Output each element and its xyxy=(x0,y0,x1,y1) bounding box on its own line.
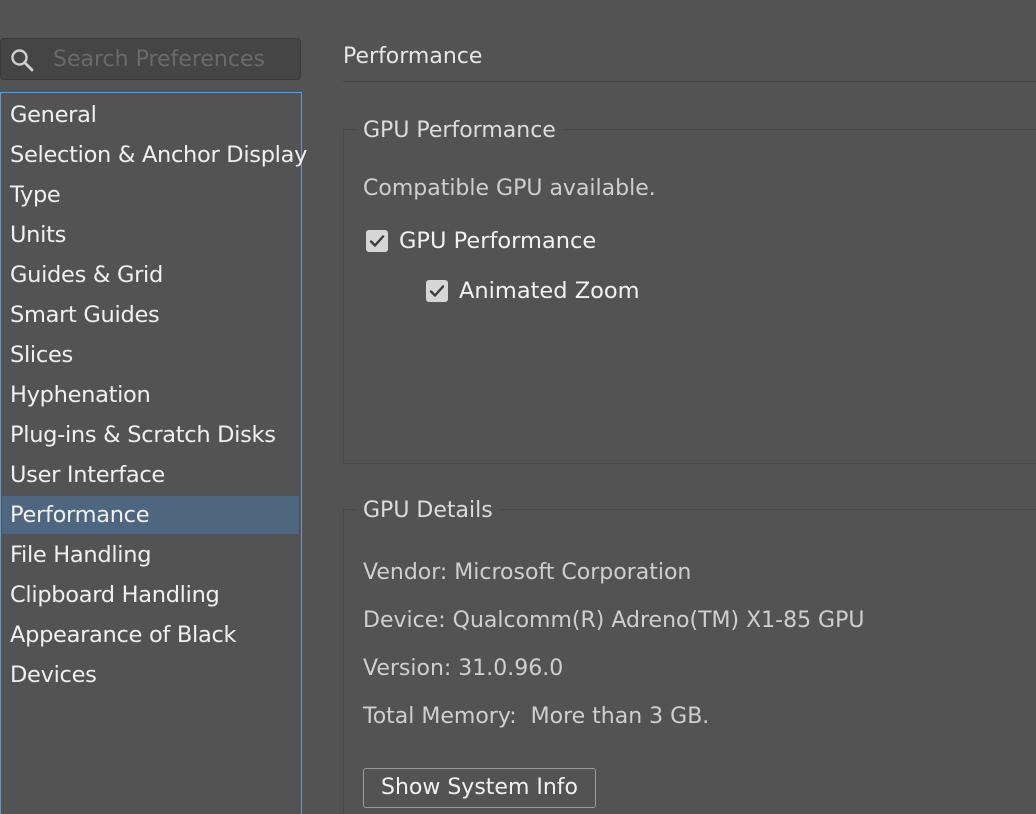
gpu-device-text: Device: Qualcomm(R) Adreno(TM) X1-85 GPU xyxy=(363,608,865,633)
animated-zoom-checkbox-row[interactable]: Animated Zoom xyxy=(426,276,646,306)
animated-zoom-checkbox[interactable] xyxy=(426,280,448,302)
gpu-details-group-label: GPU Details xyxy=(355,496,501,526)
category-item-type[interactable]: Type xyxy=(2,176,299,214)
category-list[interactable]: General Selection & Anchor Display Type … xyxy=(0,92,307,814)
category-item-slices[interactable]: Slices xyxy=(2,336,299,374)
category-item-general[interactable]: General xyxy=(2,96,299,134)
title-divider xyxy=(343,81,1036,82)
category-item-file-handling[interactable]: File Handling xyxy=(2,536,299,574)
category-item-guides-grid[interactable]: Guides & Grid xyxy=(2,256,299,294)
category-item-user-interface[interactable]: User Interface xyxy=(2,456,299,494)
gpu-vendor-text: Vendor: Microsoft Corporation xyxy=(363,560,692,585)
gpu-status-text: Compatible GPU available. xyxy=(363,176,656,201)
category-item-performance[interactable]: Performance xyxy=(2,496,299,534)
checkmark-icon xyxy=(429,285,445,297)
show-system-info-button[interactable]: Show System Info xyxy=(363,768,596,808)
search-box[interactable] xyxy=(0,38,301,80)
search-input[interactable] xyxy=(53,45,293,73)
gpu-performance-checkbox-label[interactable]: GPU Performance xyxy=(399,226,596,256)
gpu-total-memory-text: Total Memory: More than 3 GB. xyxy=(363,704,710,729)
page-title: Performance xyxy=(343,44,483,69)
category-item-selection-anchor-display[interactable]: Selection & Anchor Display xyxy=(2,136,307,174)
category-item-plugins-scratch-disks[interactable]: Plug-ins & Scratch Disks xyxy=(2,416,299,454)
category-item-hyphenation[interactable]: Hyphenation xyxy=(2,376,299,414)
gpu-version-text: Version: 31.0.96.0 xyxy=(363,656,564,681)
gpu-performance-checkbox-row[interactable]: GPU Performance xyxy=(366,226,606,256)
search-icon xyxy=(10,48,34,72)
category-item-appearance-of-black[interactable]: Appearance of Black xyxy=(2,616,299,654)
animated-zoom-checkbox-label[interactable]: Animated Zoom xyxy=(459,276,640,306)
gpu-performance-checkbox[interactable] xyxy=(366,230,388,252)
gpu-performance-group-label: GPU Performance xyxy=(355,116,564,146)
category-item-clipboard-handling[interactable]: Clipboard Handling xyxy=(2,576,299,614)
category-item-smart-guides[interactable]: Smart Guides xyxy=(2,296,299,334)
checkmark-icon xyxy=(369,235,385,247)
category-item-units[interactable]: Units xyxy=(2,216,299,254)
preferences-dialog: General Selection & Anchor Display Type … xyxy=(0,0,1036,814)
category-item-devices[interactable]: Devices xyxy=(2,656,299,694)
